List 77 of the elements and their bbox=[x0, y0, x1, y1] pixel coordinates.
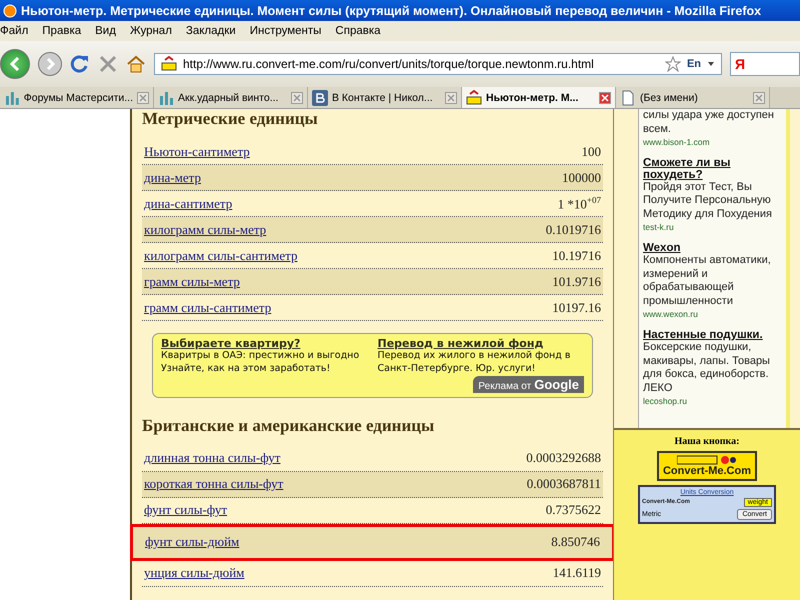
ad-text: Боксерские подушки, макивары, лапы. Товары для бокса, единоборств. ЛЕКО bbox=[643, 340, 771, 396]
unit-link[interactable]: килограмм силы-сантиметр bbox=[144, 248, 298, 264]
ad-text: силы удара уже доступен всем. bbox=[643, 109, 775, 136]
unit-value: 100000 bbox=[562, 170, 601, 186]
page-icon bbox=[620, 90, 636, 106]
ad-link[interactable]: Wexon bbox=[643, 242, 782, 254]
bar-chart-icon bbox=[4, 90, 20, 106]
reload-button[interactable] bbox=[70, 54, 90, 74]
unit-value: 0.1019716 bbox=[546, 222, 601, 238]
menu-item[interactable]: Инструменты bbox=[242, 25, 328, 37]
menu-item[interactable]: Файл bbox=[0, 25, 36, 37]
menu-item[interactable]: Правка bbox=[35, 25, 88, 37]
button-heading: Наша кнопка: bbox=[674, 436, 740, 447]
unit-value: 8.850746 bbox=[551, 534, 600, 550]
ad-link[interactable]: Выбираете квартиру? bbox=[161, 337, 368, 350]
unit-link[interactable]: фунт силы-дюйм bbox=[145, 534, 240, 550]
ad-link[interactable]: Сможете ли вы похудеть? bbox=[643, 156, 782, 180]
unit-value: 100 bbox=[582, 144, 601, 160]
section-heading: Британские и американские единицы bbox=[142, 414, 436, 437]
star-icon bbox=[664, 56, 681, 72]
ad-text: Компоненты автоматики, измерений и обрабатывающей промышленности bbox=[643, 254, 772, 309]
unit-value: 1 *10$^{+07}$ bbox=[558, 194, 601, 212]
unit-value: 10197.16 bbox=[552, 300, 601, 316]
close-icon[interactable] bbox=[137, 92, 149, 104]
caret-icon bbox=[707, 60, 715, 68]
back-button[interactable] bbox=[0, 49, 30, 79]
ad-link[interactable]: Настенные подушки. bbox=[643, 328, 782, 341]
close-icon[interactable] bbox=[291, 92, 303, 104]
unit-link[interactable]: короткая тонна силы-фут bbox=[144, 476, 284, 492]
stop-button[interactable] bbox=[98, 54, 118, 74]
ad-text: Кваритры в ОАЭ: престижно и выгодно Узнайте, как на этом заработать! bbox=[161, 350, 360, 376]
url-field[interactable]: http://www.ru.convert-me.com/ru/convert/units/torque/torque.newtonm.ru.html En bbox=[154, 53, 722, 75]
browser-tab[interactable]: Ньютон-метр. М... bbox=[462, 87, 616, 108]
close-icon[interactable] bbox=[599, 92, 611, 104]
unit-link[interactable]: дина-метр bbox=[144, 170, 201, 186]
forward-button[interactable] bbox=[38, 52, 62, 76]
ad-url[interactable]: test-k.ru bbox=[643, 222, 782, 232]
menu-item[interactable]: Вид bbox=[88, 25, 123, 37]
menu-item[interactable]: Закладки bbox=[178, 25, 243, 37]
bar-chart-icon bbox=[158, 90, 174, 106]
ads-by-google-badge[interactable]: Реклама от Google bbox=[473, 376, 584, 393]
browser-tab[interactable]: Акк.ударный винто... bbox=[154, 87, 308, 108]
unit-value: 0.7375622 bbox=[546, 502, 601, 518]
unit-link[interactable]: грамм силы-метр bbox=[144, 274, 240, 290]
unit-link[interactable]: дина-сантиметр bbox=[144, 196, 232, 212]
language-indicator[interactable]: En bbox=[686, 58, 701, 70]
home-button[interactable] bbox=[126, 54, 146, 74]
search-field[interactable]: Я bbox=[730, 52, 800, 76]
browser-tab[interactable]: В Контакте | Никол... bbox=[308, 87, 462, 108]
ad-url[interactable]: www.bison-1.com bbox=[643, 136, 782, 146]
close-icon[interactable] bbox=[445, 92, 457, 104]
menu-item[interactable]: Журнал bbox=[122, 25, 179, 37]
unit-value: 141.6119 bbox=[552, 565, 601, 582]
unit-link[interactable]: фунт силы-фут bbox=[144, 502, 228, 518]
unit-link[interactable]: грамм силы-сантиметр bbox=[144, 300, 272, 316]
ad-link[interactable]: Перевод в нежилой фонд bbox=[378, 337, 584, 350]
browser-tab[interactable]: (Без имени) bbox=[616, 87, 770, 108]
unit-link[interactable]: Ньютон-сантиметр bbox=[144, 144, 250, 160]
close-icon[interactable] bbox=[753, 92, 765, 104]
unit-value: 0.0003292688 bbox=[526, 450, 601, 466]
unit-value: 10.19716 bbox=[552, 248, 601, 264]
site-logo-button[interactable]: Convert-Me.Com bbox=[656, 450, 757, 481]
window-title: Ньютон-метр. Метрические единицы. Момент силы (крутящий момент). Онлайновый перевод величин - Mozilla Firefox bbox=[21, 4, 762, 18]
ad-url[interactable]: lecoshop.ru bbox=[643, 396, 782, 406]
globe-icon bbox=[3, 4, 17, 18]
browser-tab[interactable]: Форумы Мастерсити... bbox=[0, 87, 154, 108]
ad-url[interactable]: www.wexon.ru bbox=[643, 308, 782, 319]
vk-logo-icon bbox=[312, 90, 328, 106]
unit-value: 101.9716 bbox=[552, 274, 601, 290]
unit-link[interactable]: длинная тонна силы-фут bbox=[144, 450, 280, 466]
unit-link[interactable]: килограмм силы-метр bbox=[144, 222, 266, 238]
ad-text: Перевод их жилого в нежилой фонд в Санкт-Петербурге. Юр. услуги! bbox=[378, 350, 572, 376]
section-heading: Метрические единицы bbox=[142, 109, 319, 130]
menu-item[interactable]: Справка bbox=[328, 25, 388, 37]
unit-link[interactable]: унция силы-дюйм bbox=[144, 565, 244, 582]
ad-text: Пройдя этот Тест, Вы Получите Персональную Методику для Похудения bbox=[643, 180, 773, 222]
unit-value: 0.0003687811 bbox=[526, 476, 601, 492]
